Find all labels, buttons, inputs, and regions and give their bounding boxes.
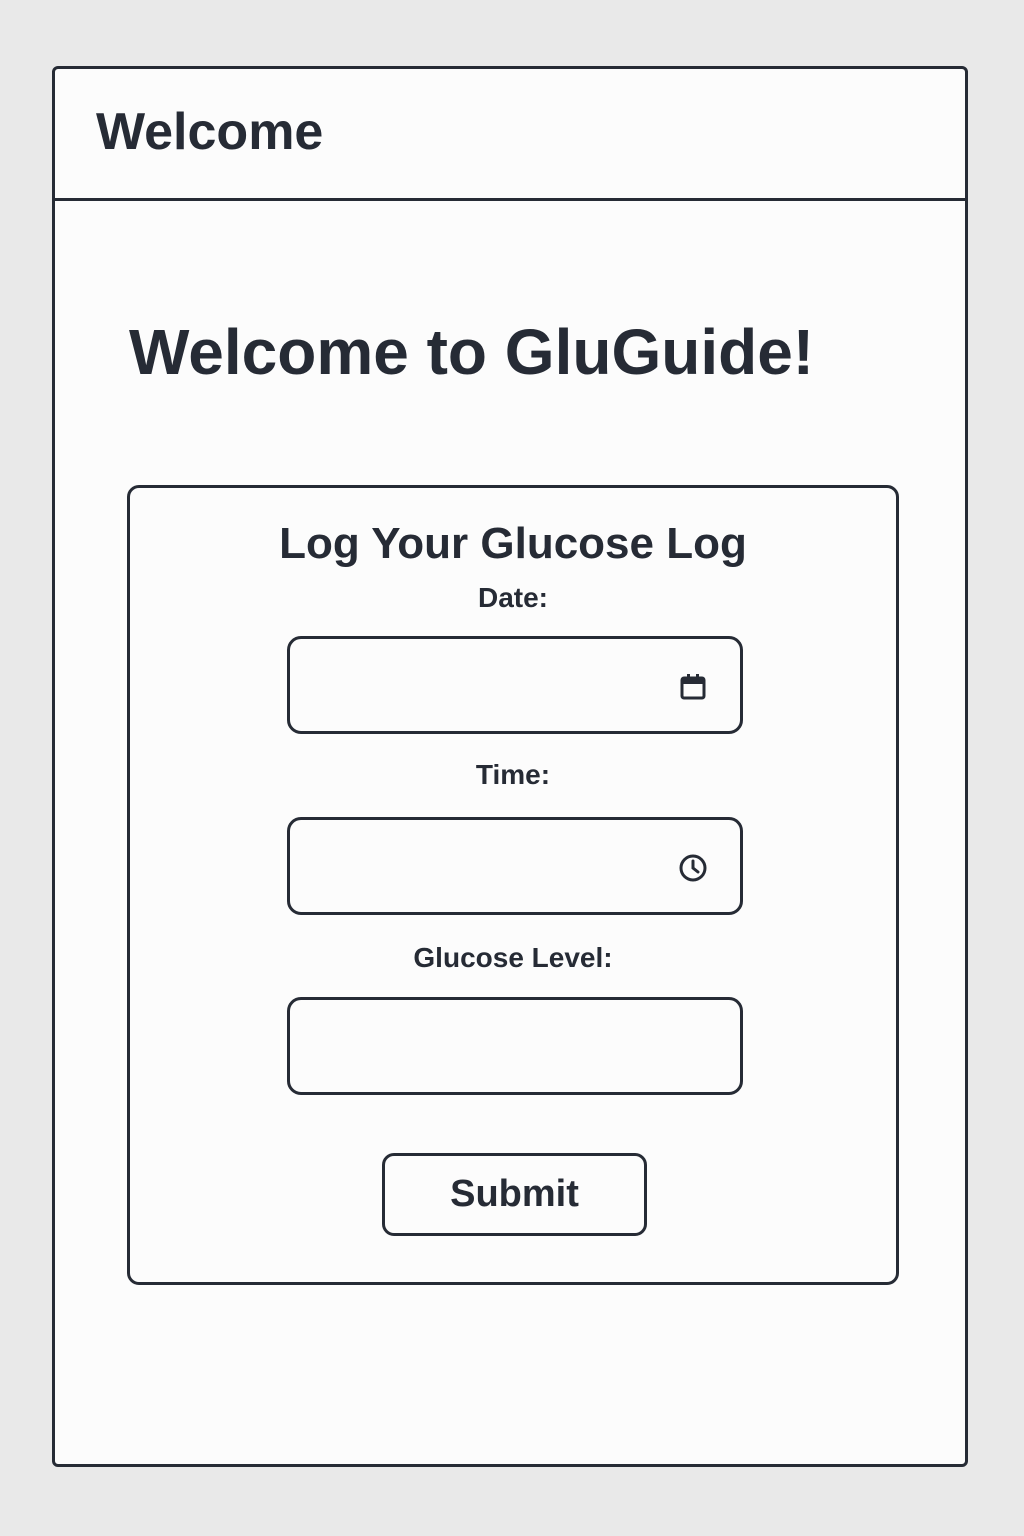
clock-icon[interactable] bbox=[678, 853, 708, 883]
calendar-icon[interactable] bbox=[678, 672, 708, 702]
date-label: Date: bbox=[477, 582, 548, 613]
time-label: Time: bbox=[475, 759, 551, 790]
date-input[interactable] bbox=[290, 639, 740, 731]
glucose-level-label: Glucose Level: bbox=[413, 942, 613, 973]
glucose-level-input[interactable] bbox=[290, 1000, 740, 1092]
time-field[interactable] bbox=[287, 817, 743, 915]
header-title: Welcome bbox=[96, 103, 324, 161]
header-bar: Welcome bbox=[55, 69, 965, 201]
form-title: Log Your Glucose Log bbox=[279, 519, 747, 568]
app-window: Welcome Welcome to GluGuide! Log Your Gl… bbox=[52, 66, 968, 1467]
submit-button[interactable]: Submit bbox=[382, 1153, 647, 1236]
time-input[interactable] bbox=[290, 820, 740, 912]
glucose-level-field[interactable] bbox=[287, 997, 743, 1095]
glucose-log-form: Log Your Glucose Log Date: Time: Glucose… bbox=[127, 485, 899, 1285]
welcome-heading: Welcome to GluGuide! bbox=[129, 316, 815, 388]
date-field[interactable] bbox=[287, 636, 743, 734]
